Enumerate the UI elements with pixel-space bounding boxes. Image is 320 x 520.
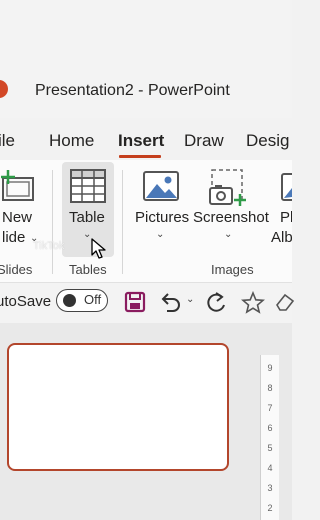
- table-icon: [70, 169, 106, 203]
- star-icon[interactable]: [241, 291, 265, 315]
- group-label-slides: Slides: [0, 262, 33, 277]
- tiktok-watermark: TikTok: [33, 240, 65, 252]
- photo-album-label-line1: Pl: [280, 209, 292, 226]
- tab-file[interactable]: ile: [0, 131, 15, 151]
- tab-draw[interactable]: Draw: [184, 131, 224, 151]
- chevron-down-icon[interactable]: ⌄: [186, 294, 194, 305]
- ruler-tick: 6: [267, 423, 273, 433]
- autosave-state: Off: [84, 292, 102, 307]
- screenshot-icon: [209, 169, 246, 206]
- vertical-ruler: 9 8 7 6 5 4 3 2: [260, 355, 279, 520]
- active-tab-indicator: [119, 155, 161, 158]
- new-slide-label-line1: New: [2, 209, 33, 226]
- redo-icon[interactable]: [204, 289, 228, 315]
- photo-album-icon: [281, 173, 292, 201]
- title-bar: [0, 0, 292, 118]
- chevron-down-icon: ⌄: [224, 229, 233, 240]
- photo-album-button[interactable]: Pl Alb: [270, 166, 292, 256]
- ruler-tick: 5: [267, 443, 273, 453]
- ruler-tick: 8: [267, 383, 273, 393]
- group-label-tables: Tables: [69, 262, 107, 277]
- tab-design[interactable]: Desig: [246, 131, 289, 151]
- undo-icon[interactable]: [158, 290, 182, 314]
- ruler-tick: 2: [267, 503, 273, 513]
- table-label: Table: [69, 209, 105, 226]
- save-icon[interactable]: [124, 291, 146, 313]
- ribbon-divider: [122, 170, 123, 274]
- ruler-tick: 4: [267, 463, 273, 473]
- screenshot-label: Screenshot: [193, 209, 269, 226]
- pictures-label: Pictures: [135, 209, 190, 226]
- screenshot-button[interactable]: Screenshot ⌄: [192, 166, 269, 256]
- chevron-down-icon: ⌄: [156, 229, 165, 240]
- autosave-toggle[interactable]: Off: [56, 289, 108, 312]
- new-slide-label-line2: lide: [2, 229, 26, 246]
- autosave-label: utoSave: [0, 293, 52, 310]
- ruler-tick: 9: [267, 363, 273, 373]
- ruler-tick: 3: [267, 483, 273, 493]
- ruler-tick: 7: [267, 403, 273, 413]
- pictures-button[interactable]: Pictures ⌄: [130, 166, 190, 256]
- window-title: Presentation2 - PowerPoint: [35, 82, 230, 99]
- photo-album-label-line2: Alb: [271, 229, 292, 246]
- mouse-cursor-icon: [91, 238, 106, 259]
- eraser-icon[interactable]: [274, 291, 296, 313]
- tab-insert[interactable]: Insert: [118, 131, 164, 151]
- toggle-knob: [63, 294, 76, 307]
- slide-thumbnail[interactable]: [7, 343, 229, 471]
- new-slide-icon: [1, 170, 34, 201]
- ribbon-divider: [52, 170, 53, 274]
- pictures-icon: [143, 171, 179, 201]
- tab-home[interactable]: Home: [49, 131, 94, 151]
- group-label-images: Images: [211, 262, 254, 277]
